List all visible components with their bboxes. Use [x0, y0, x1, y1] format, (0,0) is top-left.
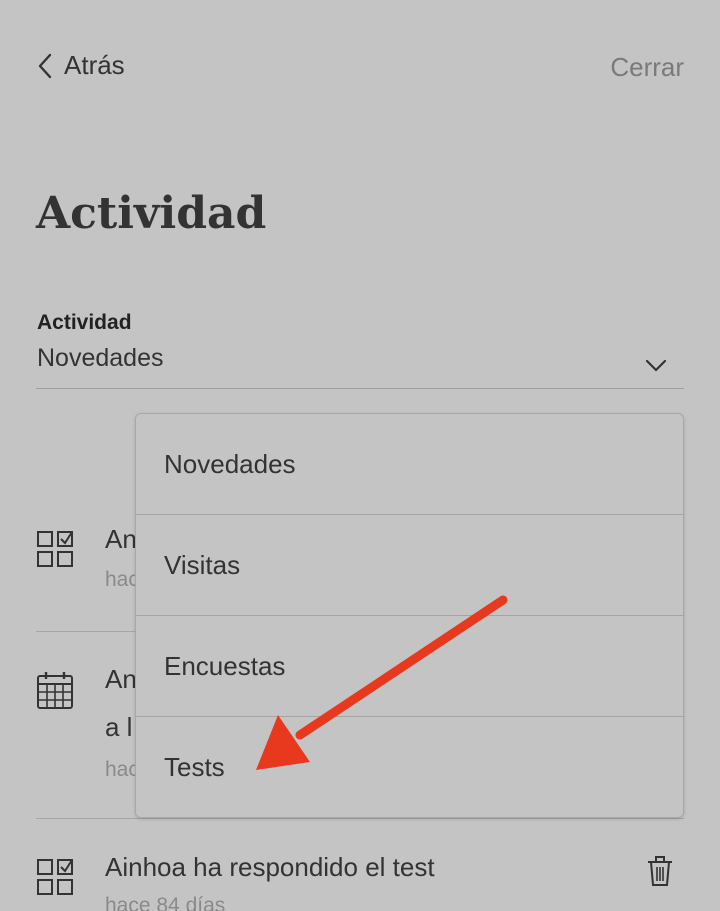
- dropdown-option-encuestas[interactable]: Encuestas: [136, 616, 683, 717]
- dropdown-option-visitas[interactable]: Visitas: [136, 515, 683, 616]
- list-item[interactable]: Ainhoa ha respondido el test hace 84 día…: [36, 848, 684, 911]
- divider: [36, 818, 684, 819]
- feed-item-text: An: [105, 524, 137, 554]
- feed-item-time: hac: [105, 568, 139, 591]
- feed-item-text: Ainhoa ha respondido el test: [105, 852, 435, 882]
- feed-item-time: hac: [105, 758, 139, 781]
- feed-item-text: An: [105, 664, 137, 694]
- activity-dropdown-menu: Novedades Visitas Encuestas Tests: [135, 413, 684, 818]
- test-grid-icon: [37, 531, 73, 567]
- test-grid-icon: [37, 859, 73, 895]
- calendar-icon: [37, 672, 73, 709]
- feed-item-time: hace 84 días: [105, 894, 226, 911]
- feed-item-text-line2: a l: [105, 712, 133, 742]
- dropdown-option-tests[interactable]: Tests: [136, 717, 683, 817]
- dropdown-option-novedades[interactable]: Novedades: [136, 414, 683, 515]
- trash-icon[interactable]: [646, 856, 674, 886]
